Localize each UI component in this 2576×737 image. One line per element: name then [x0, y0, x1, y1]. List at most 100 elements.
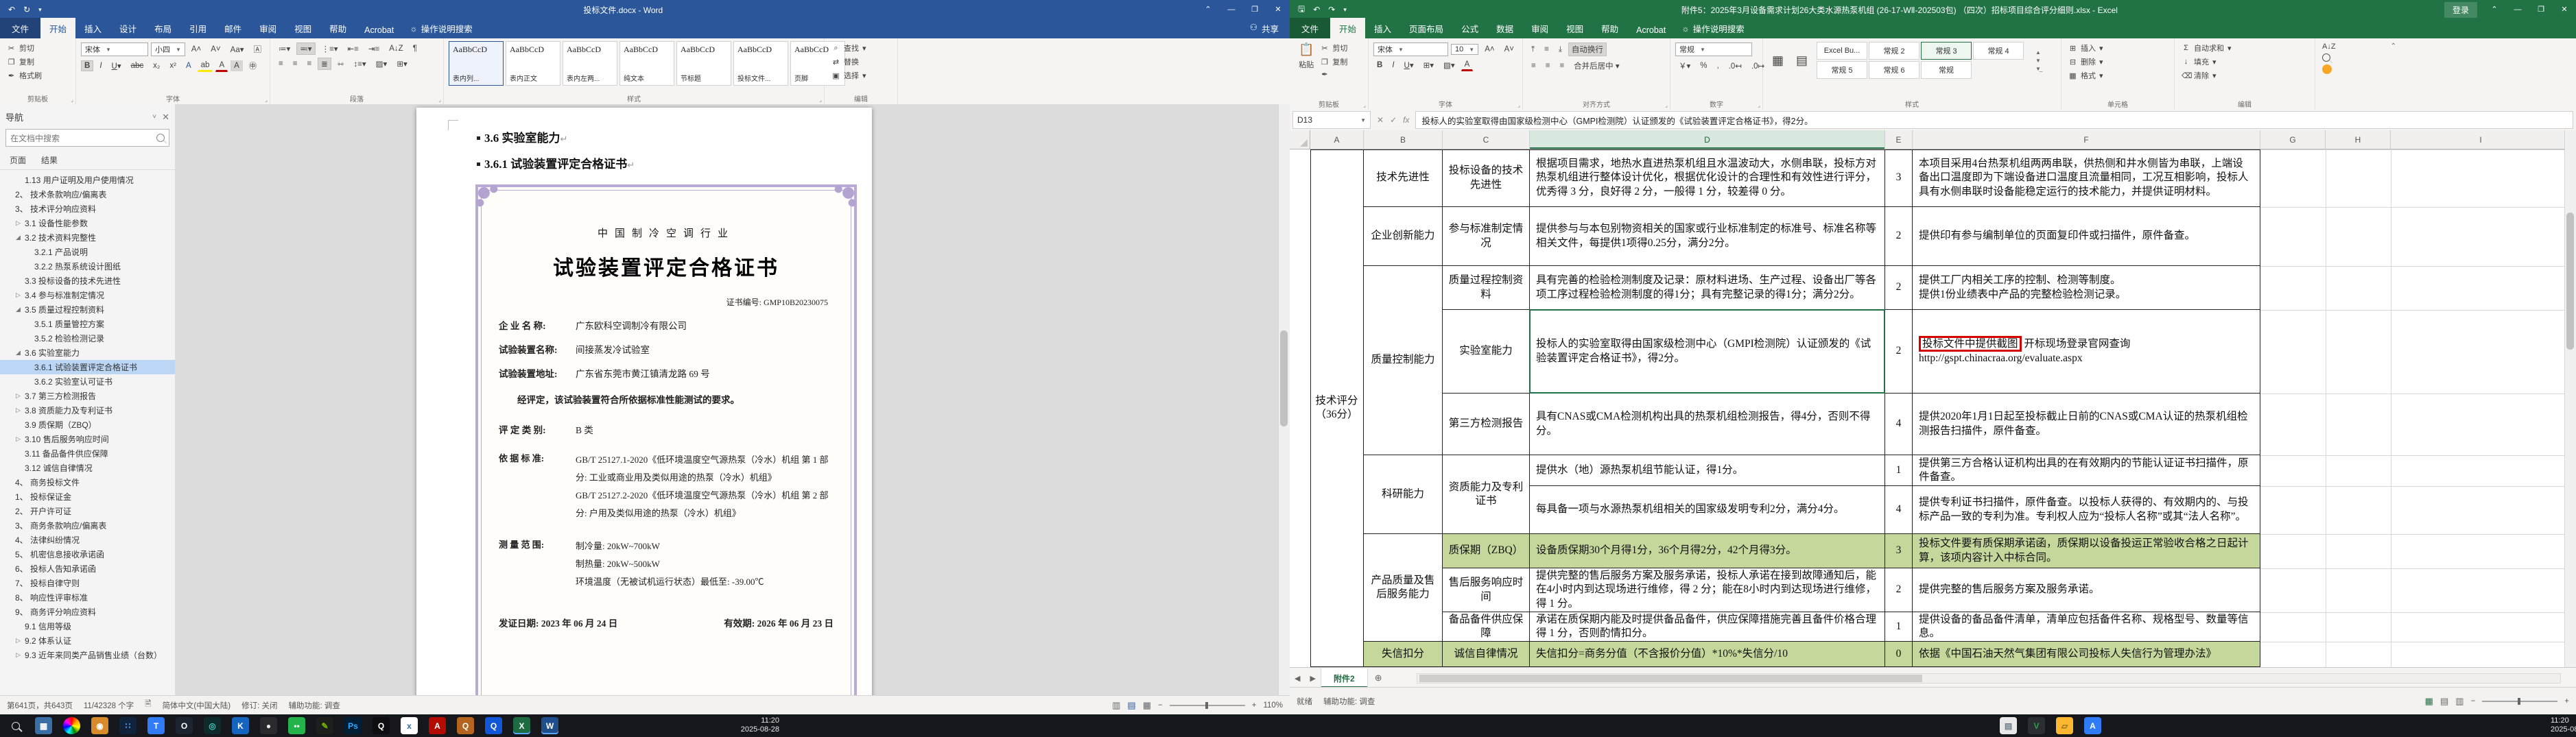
bold-button[interactable]: B: [1373, 60, 1386, 71]
change-case-button[interactable]: Aa▾: [227, 43, 248, 56]
sort-filter-button[interactable]: A↓Z: [2320, 41, 2396, 52]
addin-button[interactable]: [2320, 63, 2396, 75]
cell-E11[interactable]: 2: [1885, 207, 1913, 266]
align-left-icon[interactable]: ≡: [275, 58, 287, 69]
qq-icon[interactable]: Q: [373, 717, 390, 734]
cell-F13[interactable]: 投标文件中提供截图 开标现场登录官网查询 http://gspt.chinacr…: [1913, 310, 2260, 394]
chevron-expanded-icon[interactable]: ◢: [14, 349, 23, 357]
tab-mailings[interactable]: 邮件: [215, 18, 250, 38]
cut-button[interactable]: ✂ 剪切: [1318, 41, 1349, 55]
cell-D18[interactable]: 提供完整的售后服务方案及服务承诺，投标人承诺在接到故障通知后，能在4小时内到达现…: [1530, 568, 1885, 612]
tab-acrobat[interactable]: Acrobat: [355, 21, 403, 38]
chevron-collapsed-icon[interactable]: ▷: [14, 637, 23, 644]
bullets-icon[interactable]: ≔▾: [275, 43, 294, 55]
clear-button[interactable]: ⌫ 清除 ▾: [2179, 69, 2310, 82]
chevron-collapsed-icon[interactable]: ▷: [14, 407, 23, 414]
word-count[interactable]: 11/42328 个字: [84, 700, 134, 711]
cell-F17[interactable]: 投标文件要有质保期承诺函，质保期以设备投运正常验收合格之日起计算，该项内容计入中…: [1913, 534, 2260, 568]
cell-C14[interactable]: 第三方检测报告: [1443, 394, 1530, 455]
column-header-D[interactable]: D: [1530, 130, 1885, 149]
select-button[interactable]: ▣ 选择 ▾: [829, 69, 893, 82]
cell-E19[interactable]: 1: [1885, 612, 1913, 642]
grow-font-button[interactable]: A˄: [1481, 44, 1498, 55]
nav-item[interactable]: 1.13 用户证明及用户使用情况: [0, 173, 175, 187]
nav-item[interactable]: ◢ 3.2 技术资料完整性: [0, 230, 175, 245]
cell-E18[interactable]: 2: [1885, 568, 1913, 612]
sheet-tab[interactable]: 附件2: [1320, 668, 1368, 688]
align-top-icon[interactable]: ⤒: [1528, 44, 1538, 56]
quark-browser-icon[interactable]: Q: [457, 717, 474, 734]
cell-D13[interactable]: 投标人的实验室取得由国家级检测中心（GMPI检测院）认证颁发的《试验装置评定合格…: [1530, 310, 1885, 394]
cell-E16[interactable]: 4: [1885, 486, 1913, 534]
sign-in-button[interactable]: 登录: [2444, 1, 2477, 18]
cancel-icon[interactable]: ✕: [1377, 115, 1384, 125]
tab-review[interactable]: 审阅: [250, 18, 285, 38]
accessibility-indicator[interactable]: 辅助功能: 调查: [1323, 696, 1375, 707]
cell-D16[interactable]: 每具备一项与水源热泵机组相关的国家级发明专利2分，满分4分。: [1530, 486, 1885, 534]
cell-style-chip[interactable]: 常规 3: [1921, 42, 1972, 60]
style-chip[interactable]: AaBbCcD 表内列...: [449, 41, 504, 86]
font-size-combo[interactable]: 小四 ▼: [150, 43, 185, 56]
dialog-launcher-icon[interactable]: ⌟: [265, 97, 268, 103]
dialog-launcher-icon[interactable]: ⌟: [819, 97, 822, 103]
web-layout-icon[interactable]: ▦: [1143, 700, 1151, 711]
ribbon-display-options-icon[interactable]: ⌃: [1196, 0, 1220, 19]
nav-item[interactable]: 4、 商务投标文件: [0, 475, 175, 490]
zoom-slider[interactable]: [1169, 701, 1245, 709]
nav-item[interactable]: 3.3 投标设备的技术先进性: [0, 274, 175, 288]
dialog-launcher-icon[interactable]: ⌟: [438, 97, 441, 103]
style-chip[interactable]: AaBbCcD 投标文件...: [733, 41, 788, 86]
cell-D10[interactable]: 根据项目需求，地热水直进热泵机组且水温波动大，水侧串联，投标方对热泵机组进行整体…: [1530, 149, 1885, 207]
column-header-I[interactable]: I: [2391, 130, 2571, 149]
sheet-next-icon[interactable]: ▶: [1305, 674, 1320, 683]
nav-item[interactable]: 3.9 质保期（ZBQ）: [0, 418, 175, 432]
nav-item[interactable]: 3.2.1 产品说明: [0, 245, 175, 259]
distribute-icon[interactable]: ⇿: [334, 58, 348, 70]
nav-item[interactable]: 3、 技术评分响应资料: [0, 202, 175, 216]
cell-C15[interactable]: 资质能力及专利证书: [1443, 455, 1530, 534]
percent-icon[interactable]: %: [1697, 60, 1710, 71]
formula-input[interactable]: 投标人的实验室取得由国家级检测中心（GMPI检测院）认证颁发的《试验装置评定合格…: [1415, 111, 2573, 129]
insert-cells-button[interactable]: ⊞ 插入 ▾: [2066, 41, 2169, 55]
tab-formulas[interactable]: 公式: [1452, 18, 1487, 38]
fill-color-icon[interactable]: ▨▾: [1440, 59, 1458, 71]
cell-A10[interactable]: 技术评分（36分）: [1310, 149, 1364, 667]
cell-B17[interactable]: 产品质量及售后服务能力: [1364, 534, 1443, 642]
cell-B11[interactable]: 企业创新能力: [1364, 207, 1443, 266]
font-size-combo[interactable]: 10 ▼: [1451, 44, 1479, 55]
document-page[interactable]: 3.6 实验室能力↵ 3.6.1 试验装置评定合格证书↵ 中国制冷空调行业 试验…: [416, 108, 872, 696]
repeat-icon[interactable]: ↻: [23, 5, 30, 14]
cell-style-chip[interactable]: 常规 6: [1869, 61, 1920, 79]
dialog-launcher-icon[interactable]: ⌟: [1665, 102, 1668, 108]
taskbar-clock[interactable]: 11:20 2025-08-28: [722, 716, 779, 734]
underline-button[interactable]: U▾: [1401, 59, 1417, 71]
justify-icon[interactable]: ≣: [318, 58, 331, 70]
cell-B10[interactable]: 技术先进性: [1364, 149, 1443, 207]
chevron-collapsed-icon[interactable]: ▷: [14, 291, 23, 299]
nav-item[interactable]: 7、 投标自律守则: [0, 576, 175, 590]
tab-insert[interactable]: 插入: [75, 18, 110, 38]
font-name-combo[interactable]: 宋体 ▼: [81, 43, 148, 56]
file-explorer-icon[interactable]: ▱: [2056, 717, 2073, 734]
nav-item[interactable]: 2、 开户许可证: [0, 504, 175, 518]
track-changes-indicator[interactable]: 修订: 关闭: [241, 700, 277, 711]
text-effects-button[interactable]: A: [182, 60, 195, 71]
style-chip[interactable]: AaBbCcD 节标题: [676, 41, 731, 86]
column-header-E[interactable]: E: [1885, 130, 1913, 149]
pilcrow-icon[interactable]: ¶: [410, 43, 421, 54]
format-as-table-button[interactable]: ▤: [1792, 52, 1812, 69]
nav-item[interactable]: 3.11 备品备件供应保障: [0, 446, 175, 461]
xin-app-icon[interactable]: x: [401, 717, 418, 734]
photoshop-icon[interactable]: Ps: [344, 717, 362, 734]
cell-E20[interactable]: 0: [1885, 642, 1913, 667]
shading-icon[interactable]: ▨▾: [373, 58, 391, 70]
chevron-collapsed-icon[interactable]: ▷: [14, 435, 23, 443]
underline-button[interactable]: U▾: [108, 60, 125, 72]
borders-icon[interactable]: ⊞▾: [1420, 59, 1437, 71]
nav-item[interactable]: ◢ 3.6 实验室能力: [0, 346, 175, 360]
cell-C12[interactable]: 质量过程控制资料: [1443, 266, 1530, 310]
nav-item[interactable]: ▷ 3.8 资质能力及专利证书: [0, 403, 175, 418]
nav-item[interactable]: 9、 商务评分响应资料: [0, 605, 175, 619]
cell-D19[interactable]: 承诺在质保期内能及时提供备品备件，供应保障措施完善且备件价格合理得 1 分，否则…: [1530, 612, 1885, 642]
cell-C17[interactable]: 质保期（ZBQ）: [1443, 534, 1530, 568]
